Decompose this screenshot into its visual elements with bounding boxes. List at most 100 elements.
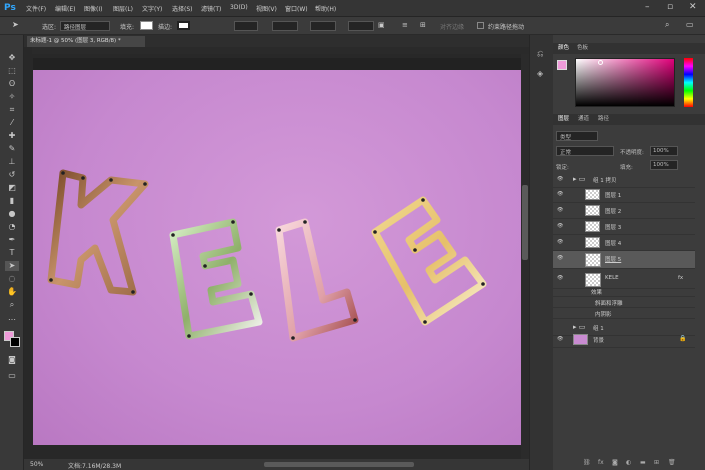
maximize-button[interactable]: ▫ (667, 2, 673, 12)
visibility-eye-icon[interactable]: 👁 (557, 336, 563, 342)
hand-tool-icon[interactable]: ✋ (5, 287, 19, 297)
width-field[interactable] (310, 21, 336, 31)
lasso-tool-icon[interactable]: ʘ (5, 79, 19, 89)
menu-edit[interactable]: 编辑(E) (55, 4, 75, 13)
horizontal-scroll-thumb[interactable] (264, 462, 414, 467)
menu-view[interactable]: 视图(V) (256, 4, 277, 13)
letter-k[interactable] (47, 169, 149, 296)
menu-help[interactable]: 帮助(H) (315, 4, 336, 13)
menu-layer[interactable]: 图层(L) (113, 4, 133, 13)
layer-row[interactable]: 效果 (553, 286, 695, 297)
zoom-tool-icon[interactable]: ⌕ (5, 300, 19, 310)
shape-tool-icon[interactable]: ◌ (5, 274, 19, 284)
new-layer-icon[interactable]: ⊞ (654, 459, 659, 466)
fx-badge-icon[interactable]: fx (678, 275, 683, 281)
menu-image[interactable]: 图像(I) (84, 4, 102, 13)
mask-icon[interactable]: ◙ (612, 459, 618, 466)
brush-tool-icon[interactable]: ✎ (5, 144, 19, 154)
menu-type[interactable]: 文字(Y) (142, 4, 162, 13)
align-edges-checkbox[interactable]: 对齐边缘 (440, 22, 464, 31)
extra-tools-icon[interactable]: … (5, 313, 19, 323)
layer-row[interactable]: 内阴影 (553, 308, 695, 319)
history-panel-icon[interactable]: ⎌ (537, 49, 543, 59)
visibility-eye-icon[interactable]: 👁 (557, 207, 563, 213)
color-picker-marker[interactable] (598, 60, 603, 65)
stroke-width-field[interactable] (234, 21, 258, 31)
visibility-eye-icon[interactable]: 👁 (557, 191, 563, 197)
visibility-eye-icon[interactable]: 👁 (557, 223, 563, 229)
menu-window[interactable]: 窗口(W) (285, 4, 308, 13)
dodge-tool-icon[interactable]: ◔ (5, 222, 19, 232)
move-tool-icon[interactable]: ✥ (5, 53, 19, 63)
constrain-checkbox[interactable] (477, 22, 484, 29)
stroke-type-field[interactable] (272, 21, 298, 31)
tab-layers[interactable]: 图层 (558, 114, 569, 125)
tab-swatches[interactable]: 色板 (577, 43, 588, 54)
path-arrange-icon[interactable]: ⊞ (420, 21, 426, 29)
visibility-eye-icon[interactable]: 👁 (557, 255, 563, 261)
layer-row[interactable]: 👁 图层 1 (553, 187, 695, 203)
eraser-tool-icon[interactable]: ◩ (5, 183, 19, 193)
type-tool-icon[interactable]: T (5, 248, 19, 258)
magic-wand-icon[interactable]: ✧ (5, 92, 19, 102)
select-dropdown[interactable]: 路径图层 (60, 21, 110, 31)
screen-mode-icon[interactable]: ▭ (5, 371, 19, 381)
letter-e-second[interactable] (371, 196, 487, 326)
blur-tool-icon[interactable]: ● (5, 209, 19, 219)
visibility-eye-icon[interactable]: 👁 (557, 275, 563, 281)
delete-layer-icon[interactable]: 🗑 (668, 459, 676, 466)
menu-file[interactable]: 文件(F) (26, 4, 46, 13)
letter-e-first[interactable] (169, 218, 263, 340)
folder-icon[interactable]: ▸ ▭ (573, 175, 585, 183)
color-panel-foreground-swatch[interactable] (557, 60, 567, 70)
fill-swatch[interactable] (140, 21, 153, 30)
new-group-icon[interactable]: ▬ (640, 459, 646, 466)
kele-letters-artwork[interactable] (33, 70, 521, 445)
background-color-swatch[interactable] (10, 337, 20, 347)
hue-slider[interactable] (684, 58, 693, 107)
folder-icon[interactable]: ▸ ▭ (573, 323, 585, 331)
tab-channels[interactable]: 通道 (578, 114, 589, 125)
opacity-field[interactable]: 100% (650, 146, 678, 156)
visibility-eye-icon[interactable]: 👁 (557, 176, 563, 182)
gradient-tool-icon[interactable]: ▮ (5, 196, 19, 206)
tab-color[interactable]: 颜色 (558, 43, 569, 54)
visibility-eye-icon[interactable]: 👁 (557, 239, 563, 245)
blend-mode-dropdown[interactable]: 正常 (556, 146, 614, 156)
menu-3d[interactable]: 3D(D) (230, 4, 248, 11)
layer-kind-filter[interactable]: 类型 (556, 131, 598, 141)
clone-stamp-icon[interactable]: ⊥ (5, 157, 19, 167)
search-icon[interactable]: ⌕ (665, 20, 669, 30)
marquee-tool-icon[interactable]: ⬚ (5, 66, 19, 76)
path-select-icon[interactable]: ➤ (12, 20, 19, 29)
fill-field[interactable]: 100% (650, 160, 678, 170)
menu-filter[interactable]: 滤镜(T) (201, 4, 221, 13)
fx-icon[interactable]: fx (598, 459, 604, 466)
properties-panel-icon[interactable]: ◈ (537, 69, 543, 78)
layer-row[interactable]: 👁 背景 🔒 (553, 332, 695, 348)
letter-l[interactable] (275, 218, 359, 342)
vertical-scroll-thumb[interactable] (522, 185, 528, 260)
adjustment-icon[interactable]: ◐ (626, 459, 631, 466)
pen-tool-icon[interactable]: ✒ (5, 235, 19, 245)
layer-row[interactable]: 👁 图层 3 (553, 219, 695, 235)
history-brush-icon[interactable]: ↺ (5, 170, 19, 180)
document-tab[interactable]: 未标题-1 @ 50% (图层 3, RGB/8) * (27, 36, 145, 47)
tab-paths[interactable]: 路径 (598, 114, 609, 125)
workspace-icon[interactable]: ▭ (686, 20, 694, 29)
height-field[interactable] (348, 21, 374, 31)
crop-tool-icon[interactable]: ⌗ (5, 105, 19, 115)
zoom-level[interactable]: 50% (30, 461, 43, 468)
path-ops-icon[interactable]: ▣ (378, 21, 385, 29)
minimize-button[interactable]: – (645, 2, 650, 12)
color-field[interactable] (575, 58, 675, 107)
layer-row[interactable]: 👁 图层 5 (553, 251, 695, 269)
path-align-icon[interactable]: ≡ (402, 21, 408, 29)
close-button[interactable]: ✕ (689, 2, 697, 12)
layer-row[interactable]: 斜面和浮雕 (553, 297, 695, 308)
layer-row[interactable]: 👁 图层 4 (553, 235, 695, 251)
layer-row[interactable]: 👁 图层 2 (553, 203, 695, 219)
stroke-swatch[interactable] (177, 21, 190, 30)
layer-row[interactable]: 👁 ▸ ▭ 组 1 拷贝 (553, 172, 695, 188)
quick-mask-icon[interactable]: ◙ (5, 355, 19, 365)
